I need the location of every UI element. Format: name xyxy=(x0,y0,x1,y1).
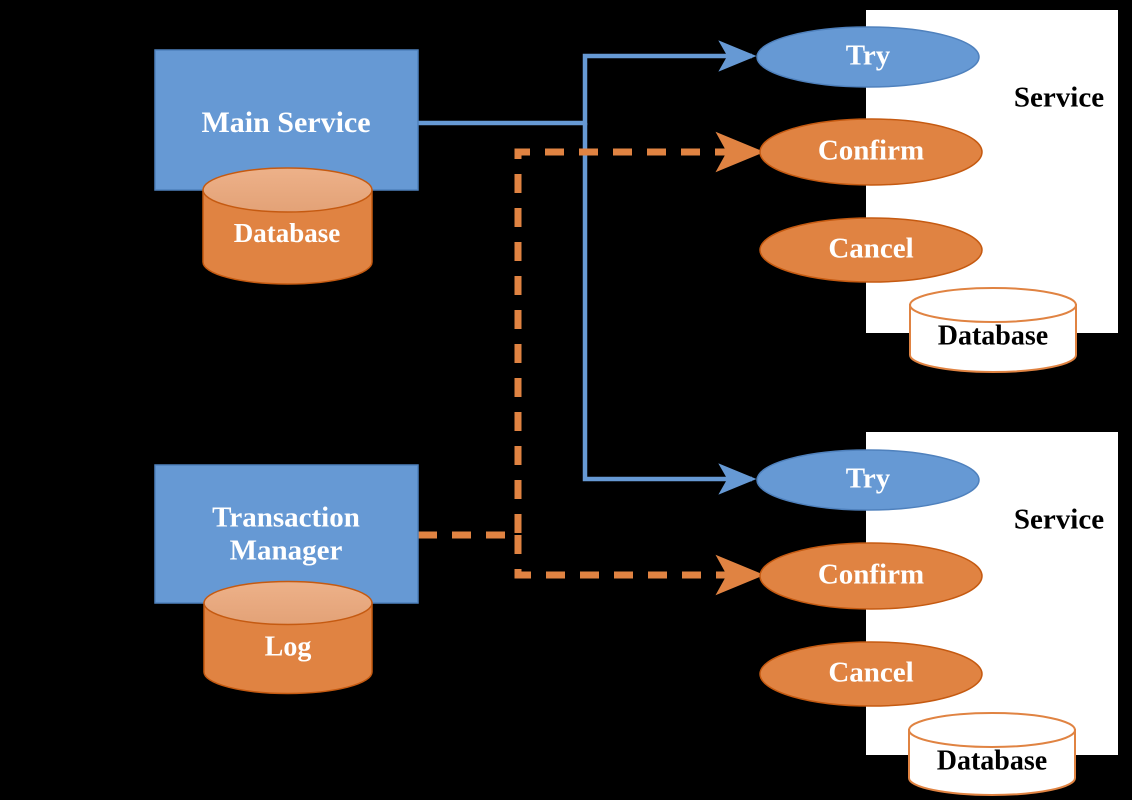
service-1-operation-confirm[interactable]: Confirm xyxy=(759,118,983,186)
main-service-label: Main Service xyxy=(201,106,370,139)
transaction-manager-label-line1: Transaction xyxy=(212,502,360,534)
service-2-confirm-label: Confirm xyxy=(818,559,924,591)
service-1-panel-label: Service xyxy=(1014,82,1104,114)
connector-transaction-manager-to-confirm-bottom xyxy=(514,535,765,596)
service-2-database-label: Database xyxy=(937,745,1047,776)
node-transaction-manager-log[interactable]: Log xyxy=(203,580,373,695)
service-1-try-label: Try xyxy=(846,40,891,72)
service-1-database-label: Database xyxy=(938,320,1048,351)
service-2-panel-label: Service xyxy=(1014,504,1104,536)
service-1-operation-cancel[interactable]: Cancel xyxy=(759,217,983,283)
service-1-operation-try[interactable]: Try xyxy=(756,26,980,88)
service-2-operation-try[interactable]: Try xyxy=(756,449,980,511)
main-service-database-label: Database xyxy=(234,218,341,248)
service-2-operation-confirm[interactable]: Confirm xyxy=(759,542,983,610)
service-1-database[interactable]: Database xyxy=(909,287,1077,373)
transaction-manager-log-label: Log xyxy=(265,631,312,662)
diagram-canvas: Main Service Database Transaction Manage… xyxy=(0,0,1132,800)
node-main-service-database[interactable]: Database xyxy=(202,167,373,285)
connector-main-service-to-try-top xyxy=(418,40,757,126)
service-2-database[interactable]: Database xyxy=(908,712,1076,796)
transaction-manager-label-line2: Manager xyxy=(230,535,343,567)
service-1-confirm-label: Confirm xyxy=(818,135,924,167)
connector-main-service-to-try-bottom xyxy=(582,123,757,495)
service-2-operation-cancel[interactable]: Cancel xyxy=(759,641,983,707)
service-1-cancel-label: Cancel xyxy=(828,233,913,265)
service-2-try-label: Try xyxy=(846,463,891,495)
service-2-cancel-label: Cancel xyxy=(828,657,913,689)
